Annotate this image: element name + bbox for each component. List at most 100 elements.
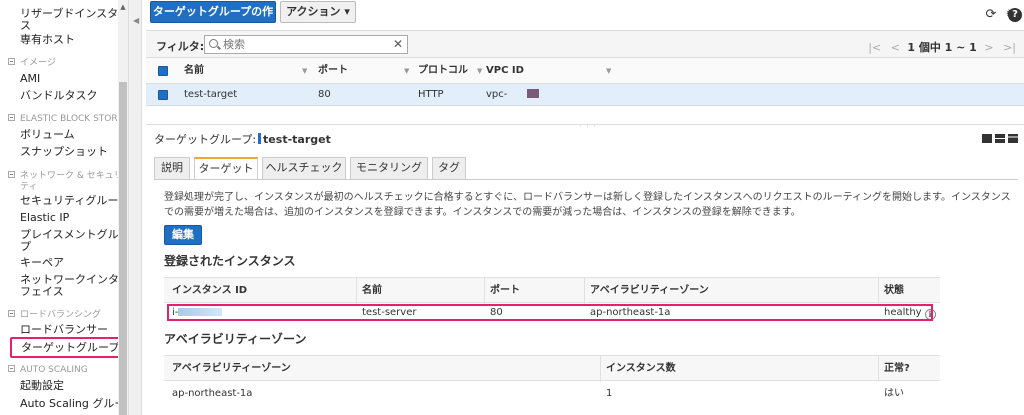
sort-icon[interactable]: ▼ <box>302 58 307 84</box>
sidebar-section-auto-scaling[interactable]: AUTO SCALING <box>8 364 88 376</box>
layout-bottom-icon[interactable] <box>1008 134 1018 143</box>
sort-icon[interactable]: ▼ <box>404 58 409 84</box>
tab-tags[interactable]: タグ <box>432 157 466 179</box>
panel-splitter[interactable]: · · · <box>146 122 1024 131</box>
sidebar-section-label: ELASTIC BLOCK STORE <box>20 114 118 124</box>
create-target-group-button[interactable]: ターゲットグループの作成 <box>150 1 276 38</box>
sort-icon[interactable]: ▼ <box>606 58 611 84</box>
sidebar-item-placement-groups[interactable]: プレイスメントグルー <box>20 227 118 242</box>
edit-button[interactable]: 編集 <box>164 225 202 245</box>
az-table-header: アベイラビリティーゾーン インスタンス数 正常? <box>164 355 940 382</box>
sidebar-item-bundle-tasks[interactable]: バンドルタスク <box>20 88 98 103</box>
sidebar-item-reserved-instances[interactable]: リザーブドインスタン <box>20 6 118 21</box>
tab-description[interactable]: 説明 <box>154 157 190 179</box>
target-group-name: test-target <box>184 89 238 100</box>
layout-split-icon[interactable] <box>995 134 1005 143</box>
column-divider <box>878 356 879 382</box>
registered-instances-heading: 登録されたインスタンス <box>164 254 296 268</box>
target-groups-table-header: 名前 ▼ ポート ▼ プロトコル ▼ VPC ID ▼ <box>146 58 1024 84</box>
column-divider <box>878 278 879 304</box>
sidebar-item-security-groups[interactable]: セキュリティグループ <box>20 193 118 208</box>
sidebar-scrollbar-thumb[interactable] <box>119 82 127 415</box>
prev-page-icon[interactable]: < <box>891 41 900 54</box>
column-header-az[interactable]: アベイラビリティーゾーン <box>172 356 291 382</box>
column-header-name[interactable]: 名前 <box>362 278 382 304</box>
sidebar-item-launch-configurations[interactable]: 起動設定 <box>20 378 64 393</box>
sidebar-item-elastic-ip[interactable]: Elastic IP <box>20 210 69 225</box>
column-divider <box>484 278 485 304</box>
sidebar-item-network-interfaces-cont[interactable]: フェイス <box>20 284 64 299</box>
column-header-status[interactable]: 状態 <box>884 278 904 304</box>
az-name: ap-northeast-1a <box>172 388 253 399</box>
sidebar-item-load-balancers[interactable]: ロードバランサー <box>20 322 108 337</box>
drag-handle-icon[interactable]: · · · <box>579 122 597 131</box>
layout-full-icon[interactable] <box>982 134 992 143</box>
column-header-healthy[interactable]: 正常? <box>884 356 910 382</box>
help-icon[interactable]: ? <box>1008 8 1022 22</box>
redacted-block <box>527 89 540 98</box>
sidebar-item-ami[interactable]: AMI <box>20 71 40 86</box>
instances-table-header: インスタンス ID 名前 ポート アベイラビリティーゾーン 状態 <box>164 277 940 304</box>
az-healthy: はい <box>884 388 904 399</box>
sidebar-item-volumes[interactable]: ボリューム <box>20 127 75 142</box>
sort-icon[interactable]: ▼ <box>477 58 482 84</box>
sidebar-section-ebs[interactable]: ELASTIC BLOCK STORE <box>8 113 118 125</box>
actions-dropdown-button[interactable]: アクション ▾ <box>280 1 356 23</box>
column-divider <box>356 278 357 304</box>
detail-title: ターゲットグループ: test-target <box>154 131 331 147</box>
targets-description: 登録処理が完了し、インスタンスが最初のヘルスチェックに合格するとすぐに、ロードバ… <box>164 192 1011 218</box>
table-row[interactable]: test-target 80 HTTP vpc- <box>146 84 1024 106</box>
tab-targets[interactable]: ターゲット <box>194 157 258 180</box>
vpc-id-text: vpc- <box>486 89 508 100</box>
sidebar-item-key-pairs[interactable]: キーペア <box>20 255 64 270</box>
sidebar-section-load-balancing[interactable]: ロードバランシング <box>8 309 101 321</box>
sidebar-item-dedicated-hosts[interactable]: 専有ホスト <box>20 32 75 47</box>
sidebar-item-placement-groups-cont[interactable]: プ <box>20 239 31 254</box>
column-header-instance-id[interactable]: インスタンス ID <box>172 278 247 304</box>
column-header-port[interactable]: ポート <box>490 278 520 304</box>
filter-bar: フィルタ: ✕ |< < 1 個中 1 ~ 1 > >| <box>146 30 1024 58</box>
sidebar-collapse-strip[interactable] <box>128 0 142 415</box>
column-divider <box>584 278 585 304</box>
panel-layout-toggles <box>979 133 1018 146</box>
chevron-left-icon[interactable]: ◀ <box>133 16 139 25</box>
main-content: ターゲットグループの作成 アクション ▾ ⟳ ✹ ? フィルタ: ✕ |< < … <box>146 0 1024 415</box>
column-header-protocol[interactable]: プロトコル <box>418 58 468 84</box>
column-header-az[interactable]: アベイラビリティーゾーン <box>590 278 709 304</box>
column-header-port[interactable]: ポート <box>318 58 348 84</box>
row-checkbox[interactable] <box>158 90 168 100</box>
detail-title-prefix: ターゲットグループ: <box>154 133 257 146</box>
tabs-divider <box>154 179 1018 180</box>
last-page-icon[interactable]: >| <box>1003 41 1016 54</box>
clear-icon[interactable]: ✕ <box>393 37 403 51</box>
first-page-icon[interactable]: |< <box>868 41 881 54</box>
availability-zones-heading: アベイラビリティーゾーン <box>164 332 307 346</box>
target-group-vpc: vpc- <box>486 84 540 106</box>
tab-monitoring[interactable]: モニタリング <box>350 157 428 179</box>
sidebar: リザーブドインスタン ス 専有ホスト イメージ AMI バンドルタスク ELAS… <box>0 0 128 415</box>
column-header-vpc-id[interactable]: VPC ID <box>486 58 524 84</box>
search-input[interactable] <box>204 35 408 54</box>
sidebar-item-reserved-instances-cont[interactable]: ス <box>20 18 31 33</box>
column-divider <box>600 356 601 382</box>
detail-title-name: test-target <box>263 133 331 146</box>
sidebar-item-snapshots[interactable]: スナップショット <box>20 144 108 159</box>
column-header-instance-count[interactable]: インスタンス数 <box>606 356 676 382</box>
highlight-box <box>167 304 933 321</box>
sidebar-section-network-cont: ティ <box>20 182 38 192</box>
sidebar-nav: リザーブドインスタン ス 専有ホスト イメージ AMI バンドルタスク ELAS… <box>0 0 118 415</box>
sidebar-item-target-groups[interactable]: ターゲットグループ <box>10 337 118 358</box>
sidebar-section-label: ネットワーク & セキュリ <box>20 171 118 181</box>
select-all-checkbox[interactable] <box>158 66 168 76</box>
marker-bar <box>258 133 262 144</box>
scroll-up-arrow-icon[interactable]: ▲ <box>119 2 127 12</box>
sidebar-section-images[interactable]: イメージ <box>8 57 56 69</box>
collapse-icon <box>8 365 15 372</box>
sidebar-item-auto-scaling-groups[interactable]: Auto Scaling グループ <box>20 396 118 411</box>
next-page-icon[interactable]: > <box>984 41 993 54</box>
column-header-name[interactable]: 名前 <box>184 58 204 84</box>
collapse-icon <box>8 310 15 317</box>
tab-health-check[interactable]: ヘルスチェック <box>262 157 346 179</box>
sidebar-section-label: ロードバランシング <box>20 310 102 320</box>
